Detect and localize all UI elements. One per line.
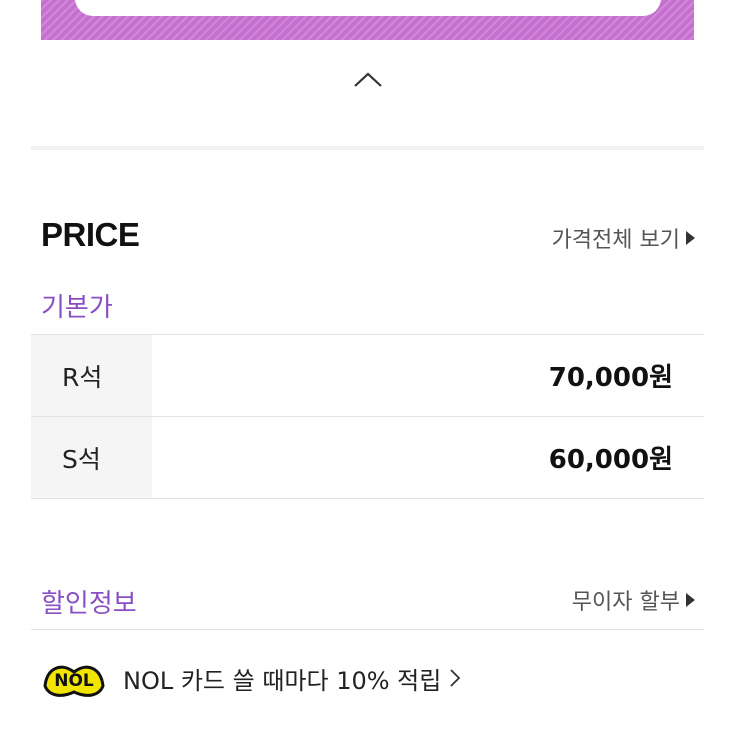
- chevron-up-icon: [354, 72, 382, 87]
- nol-logo: NOL: [43, 665, 105, 697]
- price-row: R석 70,000원: [31, 335, 704, 417]
- triangle-right-icon: [686, 593, 695, 607]
- installment-label: 무이자 할부: [571, 590, 680, 615]
- view-all-prices-link[interactable]: 가격전체 보기: [552, 222, 695, 254]
- discount-section-title: 할인정보: [41, 589, 137, 619]
- promo-banner: [41, 0, 694, 40]
- seat-price: 70,000원: [548, 363, 673, 393]
- discount-divider: [31, 629, 704, 630]
- section-divider: [31, 146, 704, 150]
- seat-price: 60,000원: [548, 445, 673, 475]
- svg-text:NOL: NOL: [54, 671, 94, 691]
- price-row: S석 60,000원: [31, 417, 704, 499]
- view-all-prices-label: 가격전체 보기: [551, 228, 680, 253]
- banner-card: [75, 0, 661, 16]
- triangle-right-icon: [686, 231, 695, 245]
- price-section-title: PRICE: [41, 216, 140, 253]
- collapse-button[interactable]: [352, 68, 384, 92]
- price-table: R석 70,000원 S석 60,000원: [31, 334, 704, 499]
- promo-text: NOL 카드 쓸 때마다 10% 적립: [123, 666, 442, 695]
- seat-grade: S석: [31, 417, 152, 498]
- installment-link[interactable]: 무이자 할부: [572, 584, 695, 616]
- chevron-right-icon: [450, 669, 461, 687]
- base-price-label: 기본가: [41, 293, 113, 323]
- seat-grade: R석: [31, 335, 152, 416]
- nol-card-promo[interactable]: NOL NOL 카드 쓸 때마다 10% 적립: [41, 656, 461, 700]
